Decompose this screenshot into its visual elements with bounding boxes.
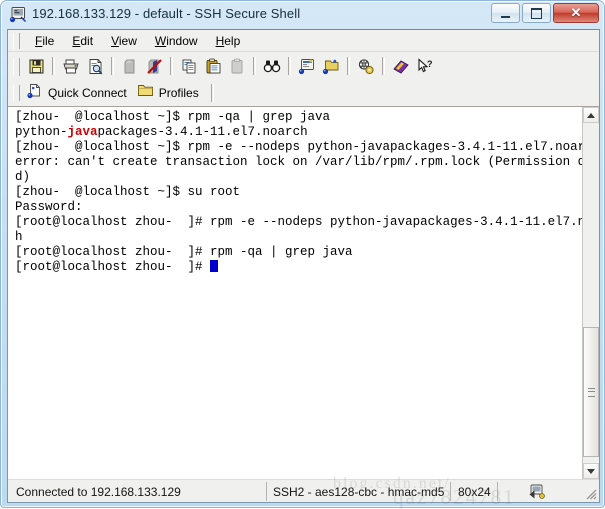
terminal-text: h — [15, 230, 23, 244]
status-cipher: SSH2 - aes128-cbc - hmac-md5 — [266, 482, 452, 501]
window-title: 192.168.133.129 - default - SSH Secure S… — [32, 6, 301, 21]
find-icon[interactable] — [260, 54, 284, 78]
file-transfer-icon[interactable] — [319, 54, 343, 78]
maximize-button[interactable] — [522, 3, 551, 23]
minimize-button[interactable] — [491, 3, 520, 23]
print-icon[interactable] — [59, 54, 83, 78]
terminal-text: [root@localhost zhou- ]# rpm -qa | grep … — [15, 245, 353, 259]
terminal-frame: [zhou- @localhost ~]$ rpm -qa | grep jav… — [8, 106, 599, 479]
title-bar[interactable]: 192.168.133.129 - default - SSH Secure S… — [1, 1, 605, 30]
terminal-line: error: can't create transaction lock on … — [15, 155, 582, 170]
quick-connect-toolbar: Quick Connect Profiles — [8, 80, 599, 106]
quick-connect-button[interactable]: Quick Connect — [24, 82, 134, 104]
terminal-match-highlight: java — [67, 125, 98, 139]
close-icon: ✕ — [570, 5, 582, 20]
toolbar-separator — [52, 57, 55, 75]
terminal-text: Password: — [15, 200, 83, 214]
toolbar-gripper[interactable] — [13, 58, 20, 76]
terminal-text: d) — [15, 170, 31, 184]
profiles-button[interactable]: Profiles — [134, 82, 206, 104]
ssh-app-icon — [9, 6, 27, 24]
copy-icon[interactable] — [177, 54, 201, 78]
scroll-down-icon — [587, 468, 595, 474]
quick-connect-icon — [27, 83, 43, 104]
terminal-line: [zhou- @localhost ~]$ rpm -qa | grep jav… — [15, 110, 582, 125]
quickbar-separator — [210, 84, 214, 102]
terminal-text: [root@localhost zhou- ]# — [15, 260, 211, 274]
toolbar-separator — [382, 57, 385, 75]
terminal-line: [zhou- @localhost ~]$ su root — [15, 185, 582, 200]
help-book-icon[interactable] — [389, 54, 413, 78]
terminal-text: [zhou- @localhost ~]$ su root — [15, 185, 241, 199]
terminal-text: packages-3.4.1-11.el7.noarch — [97, 125, 308, 139]
context-help-icon[interactable]: ? — [413, 54, 437, 78]
terminal-line: d) — [15, 170, 582, 185]
print-preview-icon[interactable] — [83, 54, 107, 78]
terminal-text: [zhou- @localhost ~]$ rpm -e --nodeps py… — [15, 140, 582, 154]
toolbar-separator — [111, 57, 114, 75]
main-toolbar: ? — [8, 52, 599, 80]
maximize-icon — [523, 4, 550, 22]
terminal-line: h — [15, 230, 582, 245]
toolbar-separator — [288, 57, 291, 75]
terminal-text: [zhou- @localhost ~]$ rpm -qa | grep jav… — [15, 110, 331, 124]
terminal-line: python-javapackages-3.4.1-11.el7.noarch — [15, 125, 582, 140]
resize-grip[interactable] — [583, 486, 597, 500]
menu-item-edit[interactable]: Edit — [63, 32, 102, 50]
profiles-folder-icon — [137, 83, 154, 103]
menu-item-window[interactable]: Window — [146, 32, 207, 50]
toolbar-separator — [170, 57, 173, 75]
menu-item-view[interactable]: View — [102, 32, 146, 50]
close-button[interactable]: ✕ — [553, 3, 599, 23]
menubar-gripper[interactable] — [13, 33, 20, 49]
scroll-down-arrow[interactable] — [583, 463, 599, 479]
save-icon[interactable] — [24, 54, 48, 78]
transfer-status-icon — [528, 483, 546, 500]
ssh-secure-shell-window: 192.168.133.129 - default - SSH Secure S… — [0, 0, 605, 509]
paste-icon[interactable] — [201, 54, 225, 78]
terminal-text: python- — [15, 125, 68, 139]
terminal-text: [root@localhost zhou- ]# rpm -e --nodeps… — [15, 215, 582, 229]
terminal-line: [root@localhost zhou- ]# — [15, 260, 582, 275]
quick-connect-label: Quick Connect — [48, 86, 127, 100]
menu-item-file[interactable]: File — [26, 32, 63, 50]
connect-icon[interactable] — [118, 54, 142, 78]
client-area: File Edit View Window Help ? Quick Conne… — [7, 29, 600, 503]
terminal-line: [root@localhost zhou- ]# rpm -qa | grep … — [15, 245, 582, 260]
terminal-line: [root@localhost zhou- ]# rpm -e --nodeps… — [15, 215, 582, 230]
toolbar-separator — [347, 57, 350, 75]
terminal-scrollbar[interactable] — [582, 107, 599, 479]
status-bar: Connected to 192.168.133.129 SSH2 - aes1… — [8, 479, 599, 502]
scroll-up-icon — [587, 112, 595, 118]
toolbar-separator — [253, 57, 256, 75]
terminal-text: error: can't create transaction lock on … — [15, 155, 582, 169]
terminal-cursor — [210, 260, 219, 272]
scroll-up-arrow[interactable] — [583, 107, 599, 123]
scroll-thumb-grip — [588, 388, 595, 397]
paste-disabled-icon — [225, 54, 249, 78]
minimize-icon — [492, 4, 519, 22]
scroll-thumb[interactable] — [583, 327, 599, 457]
menu-item-help[interactable]: Help — [207, 32, 250, 50]
terminal-line: [zhou- @localhost ~]$ rpm -e --nodeps py… — [15, 140, 582, 155]
disconnect-icon[interactable] — [142, 54, 166, 78]
quickbar-gripper[interactable] — [13, 85, 20, 101]
global-settings-icon[interactable] — [354, 54, 378, 78]
status-connection: Connected to 192.168.133.129 — [16, 484, 181, 499]
terminal-line: Password: — [15, 200, 582, 215]
settings-window-icon[interactable] — [295, 54, 319, 78]
svg-text:?: ? — [427, 59, 433, 69]
menu-bar: File Edit View Window Help — [8, 30, 599, 52]
profiles-label: Profiles — [158, 86, 199, 100]
terminal-output[interactable]: [zhou- @localhost ~]$ rpm -qa | grep jav… — [8, 107, 582, 479]
status-terminal-size: 80x24 — [452, 482, 498, 501]
